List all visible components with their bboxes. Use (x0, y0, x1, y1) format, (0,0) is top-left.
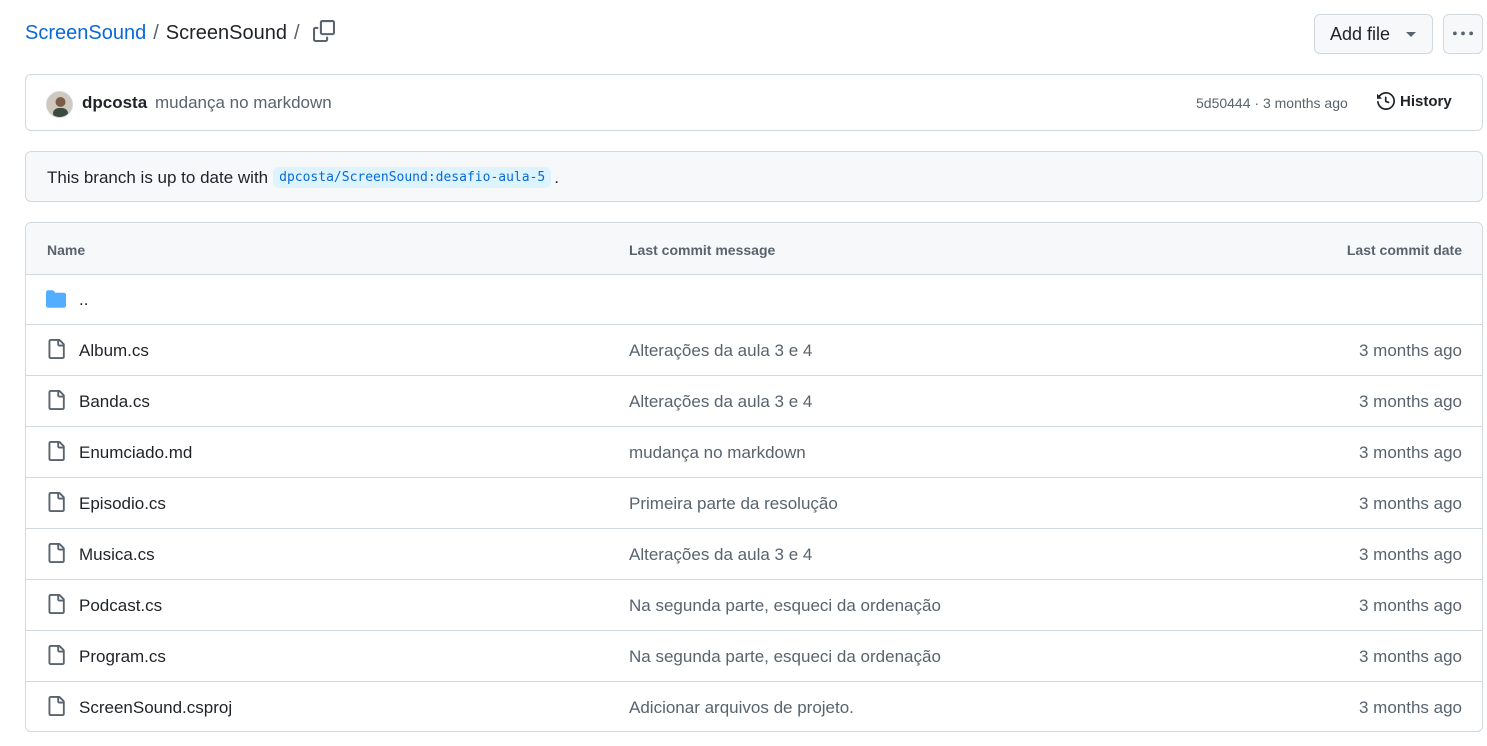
table-row[interactable]: Album.cs Alterações da aula 3 e 4 3 mont… (26, 325, 1482, 376)
file-name-link[interactable]: Banda.cs (79, 392, 150, 412)
branch-status-prefix: This branch is up to date with (47, 167, 269, 187)
repo-header: ScreenSound / ScreenSound / Add file (25, 14, 1483, 54)
file-name-link[interactable]: Podcast.cs (79, 596, 162, 616)
file-rows: Album.cs Alterações da aula 3 e 4 3 mont… (26, 325, 1482, 731)
breadcrumb-separator: / (153, 22, 159, 44)
commit-hash-and-time[interactable]: 5d50444 · 3 months ago (1196, 95, 1348, 111)
add-file-label: Add file (1330, 23, 1391, 44)
file-name-link[interactable]: Episodio.cs (79, 494, 166, 514)
kebab-horizontal-icon (1453, 31, 1473, 36)
file-icon (48, 645, 65, 665)
column-header-last-commit-date: Last commit date (1346, 242, 1462, 258)
history-button[interactable]: History (1377, 92, 1452, 110)
branch-status-banner: This branch is up to date with dpcosta/S… (25, 151, 1483, 202)
file-commit-date: 3 months ago (1358, 341, 1462, 360)
file-icon (48, 390, 65, 410)
branch-status-suffix: . (554, 167, 559, 187)
table-row[interactable]: Podcast.cs Na segunda parte, esqueci da … (26, 580, 1482, 631)
parent-directory-row[interactable]: .. (26, 275, 1482, 325)
chevron-down-icon (1406, 32, 1416, 37)
table-row[interactable]: Episodio.cs Primeira parte da resolução … (26, 478, 1482, 529)
file-commit-message-link[interactable]: Alterações da aula 3 e 4 (629, 341, 812, 361)
file-name-link[interactable]: Album.cs (79, 341, 149, 361)
breadcrumb-repo-link[interactable]: ScreenSound (25, 22, 146, 45)
avatar[interactable] (46, 91, 73, 118)
table-header: Name Last commit message Last commit dat… (26, 223, 1482, 275)
column-header-name: Name (47, 242, 86, 258)
file-commit-date: 3 months ago (1358, 698, 1462, 717)
copy-path-button[interactable] (313, 20, 337, 44)
commit-message[interactable]: mudança no markdown (155, 93, 332, 113)
file-commit-date: 3 months ago (1358, 392, 1462, 411)
add-file-button[interactable]: Add file (1314, 14, 1433, 54)
file-commit-message-link[interactable]: Alterações da aula 3 e 4 (629, 392, 812, 412)
file-commit-date: 3 months ago (1358, 494, 1462, 513)
table-row[interactable]: Banda.cs Alterações da aula 3 e 4 3 mont… (26, 376, 1482, 427)
file-commit-date: 3 months ago (1358, 545, 1462, 564)
file-icon (48, 339, 65, 359)
copy-icon (313, 20, 335, 42)
history-label: History (1400, 92, 1452, 110)
branch-status-text: This branch is up to date with dpcosta/S… (47, 167, 559, 188)
breadcrumb: ScreenSound / ScreenSound / (25, 22, 307, 45)
file-commit-message-link[interactable]: Na segunda parte, esqueci da ordenação (629, 647, 941, 667)
file-commit-date: 3 months ago (1358, 596, 1462, 615)
file-icon (48, 543, 65, 563)
more-options-button[interactable] (1443, 14, 1483, 54)
branch-ref-link[interactable]: dpcosta/ScreenSound:desafio-aula-5 (273, 167, 552, 188)
file-commit-message-link[interactable]: Na segunda parte, esqueci da ordenação (629, 596, 941, 616)
latest-commit-bar: dpcosta mudança no markdown 5d50444 · 3 … (25, 74, 1483, 131)
column-header-last-commit-message: Last commit message (629, 242, 776, 258)
table-row[interactable]: Musica.cs Alterações da aula 3 e 4 3 mon… (26, 529, 1482, 580)
file-commit-message-link[interactable]: mudança no markdown (629, 443, 806, 463)
file-commit-message-link[interactable]: Primeira parte da resolução (629, 494, 838, 514)
file-commit-date: 3 months ago (1358, 647, 1462, 666)
file-commit-message-link[interactable]: Adicionar arquivos de projeto. (629, 698, 854, 718)
file-name-link[interactable]: ScreenSound.csproj (79, 698, 232, 718)
file-icon (48, 696, 65, 716)
commit-author[interactable]: dpcosta (82, 93, 147, 113)
folder-icon (46, 290, 66, 308)
file-name-link[interactable]: Musica.cs (79, 545, 155, 565)
table-row[interactable]: ScreenSound.csproj Adicionar arquivos de… (26, 682, 1482, 731)
file-name-link[interactable]: Program.cs (79, 647, 166, 667)
history-icon (1377, 92, 1395, 110)
breadcrumb-current-folder: ScreenSound (165, 22, 287, 44)
file-table: Name Last commit message Last commit dat… (25, 222, 1483, 732)
breadcrumb-separator: / (293, 22, 300, 44)
file-icon (48, 441, 65, 461)
table-row[interactable]: Enumciado.md mudança no markdown 3 month… (26, 427, 1482, 478)
file-name-link[interactable]: Enumciado.md (79, 443, 192, 463)
file-commit-date: 3 months ago (1358, 443, 1462, 462)
file-commit-message-link[interactable]: Alterações da aula 3 e 4 (629, 545, 812, 565)
table-row[interactable]: Program.cs Na segunda parte, esqueci da … (26, 631, 1482, 682)
parent-directory-link[interactable]: .. (79, 290, 88, 310)
file-icon (48, 594, 65, 614)
file-icon (48, 492, 65, 512)
